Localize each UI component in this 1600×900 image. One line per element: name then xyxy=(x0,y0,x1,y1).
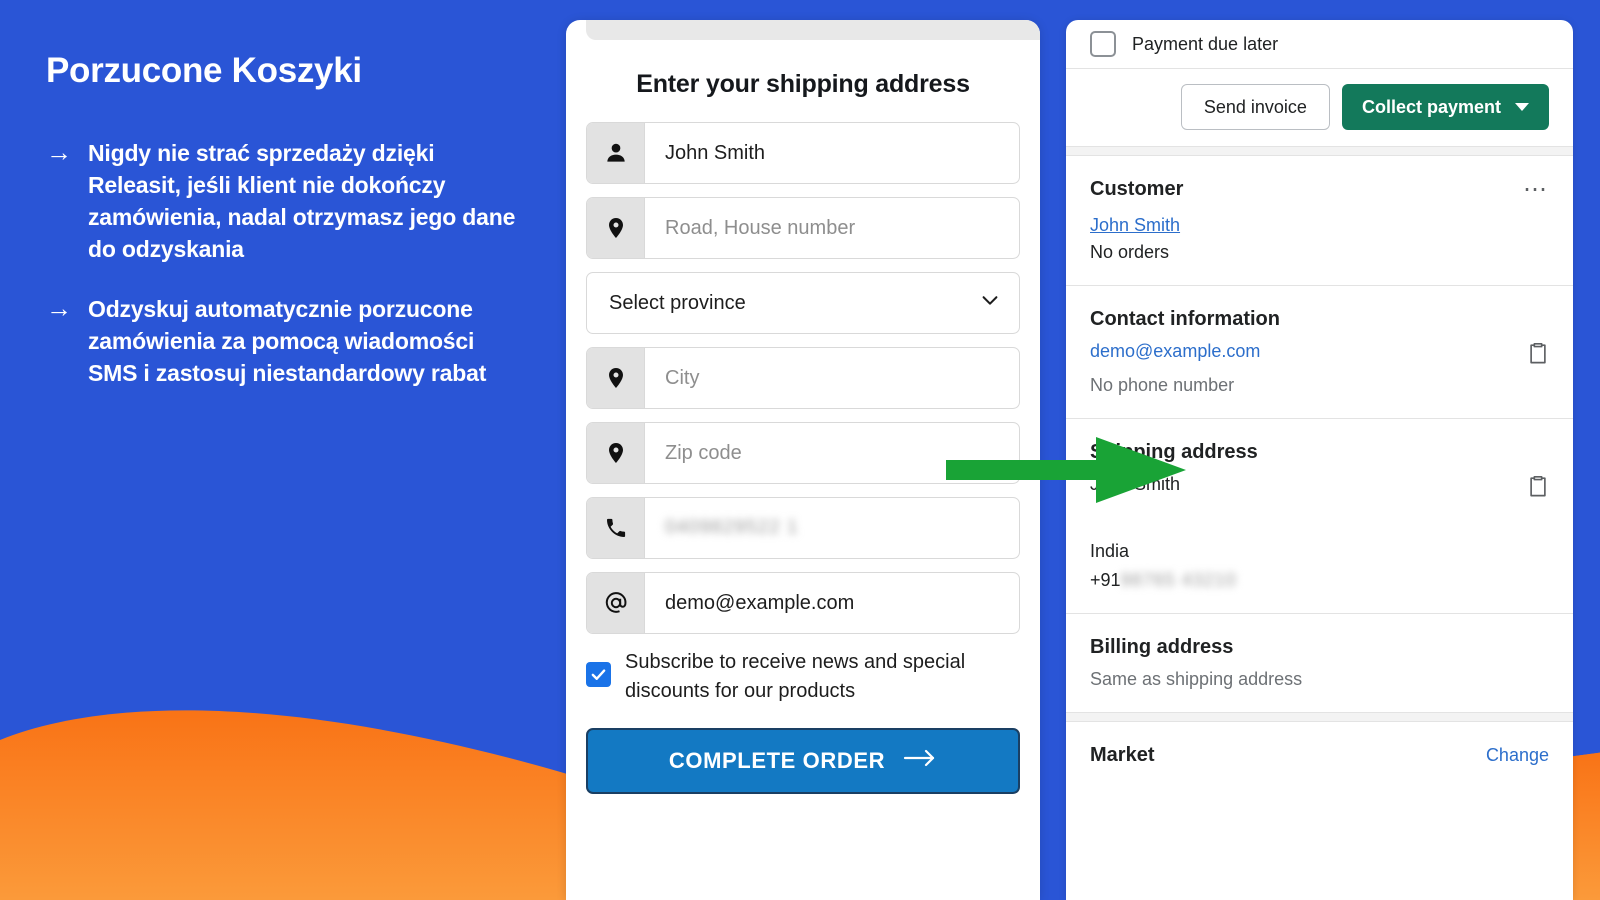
ellipsis-icon[interactable]: ⋯ xyxy=(1523,177,1549,201)
promo-panel: Porzucone Koszyki → Nigdy nie strać sprz… xyxy=(0,0,566,900)
location-pin-icon xyxy=(587,423,645,483)
payment-due-later-row[interactable]: Payment due later xyxy=(1066,20,1573,68)
market-section: Market Change xyxy=(1066,722,1573,781)
complete-order-button[interactable]: COMPLETE ORDER xyxy=(586,728,1020,794)
subscribe-label: Subscribe to receive news and special di… xyxy=(625,651,966,702)
send-invoice-button[interactable]: Send invoice xyxy=(1180,84,1330,130)
phone-icon xyxy=(587,498,645,558)
shipping-phone-prefix: +91 xyxy=(1090,570,1121,590)
at-sign-icon xyxy=(587,573,645,633)
promo-title: Porzucone Koszyki xyxy=(46,51,362,90)
province-select-value: Select province xyxy=(609,291,746,314)
checkout-card: Enter your shipping address John Smith R… xyxy=(566,20,1040,900)
contact-email-link[interactable]: demo@example.com xyxy=(1090,341,1260,362)
zip-field[interactable]: Zip code xyxy=(586,422,1020,484)
promo-bullet-2-text: Odzyskuj automatycznie porzucone zamówie… xyxy=(88,295,487,386)
arrow-right-icon xyxy=(903,748,937,774)
city-field[interactable]: City xyxy=(586,347,1020,409)
section-gap xyxy=(1066,712,1573,722)
order-admin-panel: Payment due later Send invoice Collect p… xyxy=(1066,20,1573,900)
name-input-value[interactable]: John Smith xyxy=(645,123,1019,183)
person-icon xyxy=(587,123,645,183)
shipping-address-section: Shipping address John Smith India +91987… xyxy=(1066,419,1573,613)
phone-field[interactable]: 0409829522 1 xyxy=(586,497,1020,559)
arrow-right-icon: → xyxy=(46,136,72,167)
billing-address-section: Billing address Same as shipping address xyxy=(1066,614,1573,690)
chevron-down-icon[interactable] xyxy=(1515,103,1529,111)
promo-bullet-1: → Nigdy nie strać sprzedaży dzięki Relea… xyxy=(46,137,526,265)
address-field[interactable]: Road, House number xyxy=(586,197,1020,259)
market-heading: Market xyxy=(1090,744,1155,766)
address-input-placeholder[interactable]: Road, House number xyxy=(645,198,1019,258)
customer-orders-count: No orders xyxy=(1090,242,1170,262)
complete-order-label: COMPLETE ORDER xyxy=(668,748,886,773)
email-field[interactable]: demo@example.com xyxy=(586,572,1020,634)
shipping-phone-masked: 98765 43210 xyxy=(1120,570,1237,590)
send-invoice-label: Send invoice xyxy=(1203,96,1307,117)
shipping-address-heading: Shipping address xyxy=(1090,441,1258,463)
arrow-right-icon: → xyxy=(46,292,72,323)
section-gap xyxy=(1066,146,1573,156)
billing-address-heading: Billing address xyxy=(1090,636,1234,658)
customer-heading: Customer xyxy=(1090,178,1184,200)
city-input-placeholder[interactable]: City xyxy=(645,348,1019,408)
collect-payment-label: Collect payment xyxy=(1361,96,1501,117)
contact-information-heading: Contact information xyxy=(1090,308,1280,330)
customer-name-link[interactable]: John Smith xyxy=(1090,215,1549,236)
customer-section: Customer ⋯ John Smith No orders xyxy=(1066,156,1573,263)
subscribe-row[interactable]: Subscribe to receive news and special di… xyxy=(586,648,1020,706)
payment-due-later-checkbox[interactable] xyxy=(1090,31,1116,57)
zip-input-placeholder[interactable]: Zip code xyxy=(645,423,1019,483)
market-change-link[interactable]: Change xyxy=(1486,745,1549,766)
billing-address-value: Same as shipping address xyxy=(1090,669,1303,689)
collect-payment-button[interactable]: Collect payment xyxy=(1341,84,1549,130)
chevron-down-icon xyxy=(979,289,1001,317)
subscribe-checkbox[interactable] xyxy=(586,662,611,687)
screenshot-root: Porzucone Koszyki → Nigdy nie strać sprz… xyxy=(0,0,1600,900)
clipboard-icon[interactable] xyxy=(1527,474,1549,503)
location-pin-icon xyxy=(587,348,645,408)
province-select[interactable]: Select province xyxy=(586,272,1020,334)
phone-input-value[interactable]: 0409829522 1 xyxy=(645,498,1019,558)
contact-information-section: Contact information demo@example.com No … xyxy=(1066,286,1573,418)
clipboard-icon[interactable] xyxy=(1527,341,1549,370)
promo-bullet-1-text: Nigdy nie strać sprzedaży dzięki Releasi… xyxy=(88,139,516,262)
promo-bullet-2: → Odzyskuj automatycznie porzucone zamów… xyxy=(46,293,526,389)
shipping-name: John Smith xyxy=(1090,474,1181,494)
contact-phone-value: No phone number xyxy=(1090,375,1235,395)
location-pin-icon xyxy=(587,198,645,258)
checkout-title: Enter your shipping address xyxy=(636,70,970,98)
shipping-country: India xyxy=(1090,541,1130,561)
name-field[interactable]: John Smith xyxy=(586,122,1020,184)
payment-actions: Send invoice Collect payment xyxy=(1066,69,1573,146)
payment-due-later-label: Payment due later xyxy=(1132,33,1279,54)
email-input-value[interactable]: demo@example.com xyxy=(645,573,1019,633)
shipping-phone: +9198765 43210 xyxy=(1090,570,1237,591)
